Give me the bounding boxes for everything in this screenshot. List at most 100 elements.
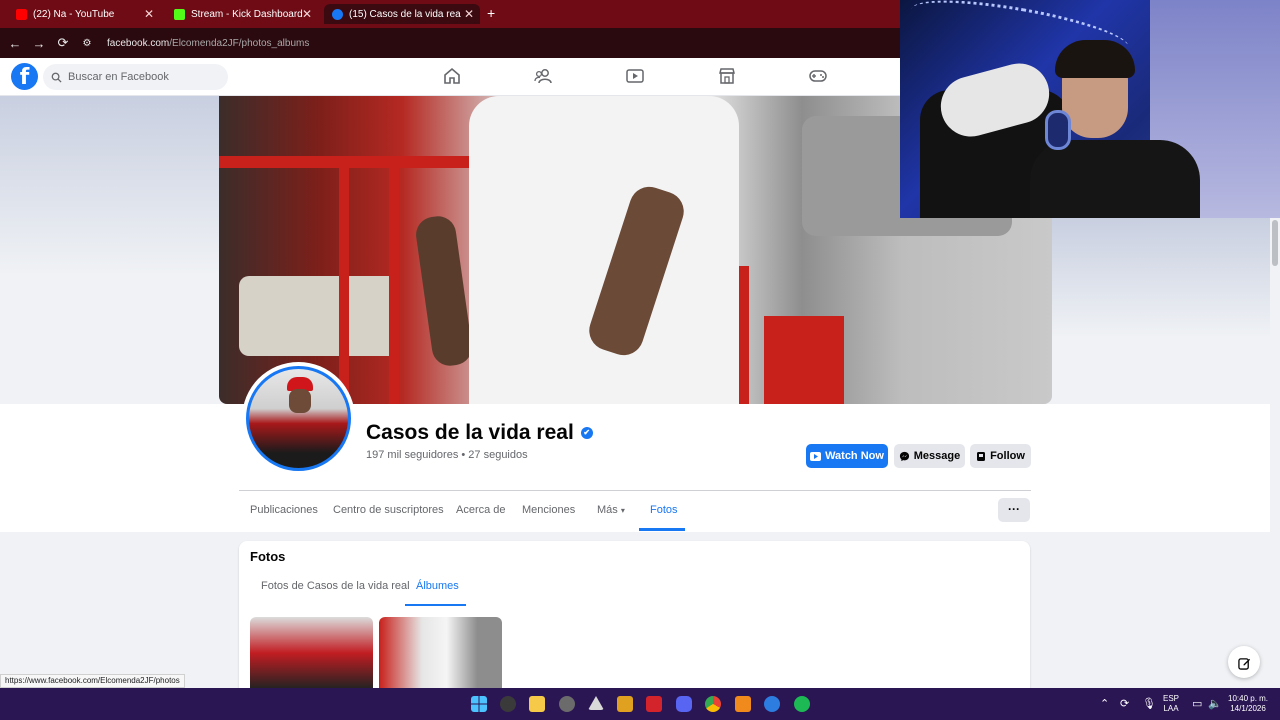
avatar-detail	[289, 389, 311, 413]
app-icon[interactable]	[617, 696, 633, 712]
cover-photo-detail	[764, 316, 844, 404]
page-title: Casos de la vida real ✔	[366, 421, 593, 445]
obs-icon[interactable]	[500, 696, 516, 712]
scrollbar-thumb[interactable]	[1272, 220, 1278, 266]
language-indicator[interactable]: ESP LAA	[1163, 694, 1179, 714]
webcam-overlay	[900, 0, 1280, 218]
browser-tab-kick[interactable]: Stream - Kick Dashboard ✕	[166, 4, 318, 24]
tab-acerca-de[interactable]: Acerca de	[456, 504, 506, 516]
subtab-albumes[interactable]: Álbumes	[416, 580, 459, 592]
follow-icon	[977, 451, 986, 461]
home-icon[interactable]	[442, 66, 462, 86]
url-field[interactable]: facebook.com/Elcomenda2JF/photos_albums	[107, 38, 309, 49]
clock[interactable]: 10:40 p. m. 14/1/2026	[1228, 694, 1268, 714]
facebook-logo[interactable]: f	[11, 63, 38, 90]
status-bar-url: https://www.facebook.com/Elcomenda2JF/ph…	[0, 674, 185, 688]
close-tab-icon[interactable]: ✕	[144, 7, 154, 21]
address-bar: ← → ⟳ ⚙ facebook.com/Elcomenda2JF/photos…	[0, 28, 900, 58]
app-icon[interactable]	[735, 696, 751, 712]
search-input[interactable]: Buscar en Facebook	[43, 64, 228, 90]
clock-time: 10:40 p. m.	[1228, 694, 1269, 703]
subtab-fotos-de[interactable]: Fotos de Casos de la vida real	[261, 580, 410, 592]
video-icon[interactable]	[625, 66, 645, 86]
tab-fotos[interactable]: Fotos	[650, 504, 678, 516]
tab-label: (22) Na - YouTube	[33, 8, 115, 20]
chevron-down-icon: ▾	[620, 506, 625, 515]
tab-mas[interactable]: Más ▾	[597, 504, 625, 516]
tab-menciones[interactable]: Menciones	[522, 504, 575, 516]
verified-badge-icon: ✔	[580, 427, 593, 439]
site-info-icon[interactable]: ⚙	[75, 38, 99, 49]
microphone-icon[interactable]: 🎙	[1142, 697, 1156, 710]
spotify-icon[interactable]	[794, 696, 810, 712]
forward-icon[interactable]: →	[27, 36, 51, 51]
tray-chevron-up-icon[interactable]: ⌃	[1100, 697, 1109, 710]
cover-photo-detail	[389, 166, 399, 404]
chrome-icon[interactable]	[705, 696, 721, 712]
page-background	[0, 96, 219, 276]
facebook-icon	[332, 8, 343, 20]
windows-start-icon[interactable]	[471, 696, 487, 712]
tab-label: (15) Casos de la vida real | Faceb	[349, 8, 461, 20]
clock-date: 14/1/2026	[1230, 704, 1266, 713]
profile-avatar[interactable]	[242, 362, 355, 475]
follower-stats[interactable]: 197 mil seguidores • 27 seguidos	[366, 449, 528, 461]
browser-tab-facebook[interactable]: (15) Casos de la vida real | Faceb ✕	[324, 4, 480, 24]
webcam-detail	[1030, 140, 1200, 218]
active-subtab-indicator	[405, 604, 466, 606]
follow-label: Follow	[990, 450, 1025, 462]
search-placeholder: Buscar en Facebook	[68, 71, 169, 83]
new-message-button[interactable]	[1228, 646, 1260, 678]
profile-name: Casos de la vida real	[366, 421, 574, 444]
sync-icon[interactable]: ⟳	[1120, 697, 1129, 710]
watch-now-button[interactable]: Watch Now	[806, 444, 888, 468]
friends-icon[interactable]	[533, 66, 553, 86]
tab-publicaciones[interactable]: Publicaciones	[250, 504, 318, 516]
cover-photo-detail	[339, 166, 349, 404]
messenger-icon	[899, 451, 909, 461]
marketplace-icon[interactable]	[717, 66, 737, 86]
language-top: ESP	[1163, 694, 1180, 703]
more-options-button[interactable]: ···	[998, 498, 1030, 522]
message-button[interactable]: Message	[894, 444, 965, 468]
page-background	[1052, 218, 1270, 338]
app-icon[interactable]	[646, 696, 662, 712]
app-icon[interactable]	[764, 696, 780, 712]
avatar	[246, 366, 351, 471]
windows-taskbar: ⌃ ⟳ 🎙 ESP LAA ▭ 🔈 10:40 p. m. 14/1/2026	[0, 688, 1280, 720]
tab-mas-label: Más	[597, 504, 618, 516]
tab-label: Stream - Kick Dashboard	[191, 8, 303, 20]
compose-icon	[1237, 658, 1250, 670]
app-icon[interactable]	[588, 696, 604, 710]
cover-photo-detail	[413, 213, 475, 369]
app-icon[interactable]	[559, 696, 575, 712]
cover-photo-detail	[469, 96, 739, 404]
close-tab-icon[interactable]: ✕	[302, 7, 312, 21]
url-path: /Elcomenda2JF/photos_albums	[169, 37, 310, 49]
gaming-icon[interactable]	[808, 66, 828, 86]
reload-icon[interactable]: ⟳	[51, 35, 75, 51]
follow-button[interactable]: Follow	[970, 444, 1031, 468]
language-bottom: LAA	[1163, 704, 1179, 713]
url-host: facebook.com	[107, 37, 170, 49]
cover-photo-detail	[239, 276, 399, 356]
profile-header-background	[0, 404, 1280, 532]
browser-tab-strip: (22) Na - YouTube ✕ Stream - Kick Dashbo…	[0, 0, 900, 28]
back-icon[interactable]: ←	[3, 36, 27, 51]
close-tab-icon[interactable]: ✕	[464, 7, 474, 21]
volume-icon[interactable]: 🔈	[1208, 697, 1222, 710]
browser-tab-youtube[interactable]: (22) Na - YouTube ✕	[8, 4, 160, 24]
discord-icon[interactable]	[676, 696, 692, 712]
watch-now-label: Watch Now	[825, 450, 884, 462]
tab-centro-de-suscriptores[interactable]: Centro de suscriptores	[333, 504, 444, 516]
facebook-header: f Buscar en Facebook	[0, 58, 900, 96]
youtube-icon	[16, 8, 27, 20]
new-tab-button[interactable]: +	[487, 5, 495, 21]
kick-icon	[174, 8, 185, 20]
webcam-detail	[1045, 110, 1071, 150]
file-explorer-icon[interactable]	[529, 696, 545, 712]
photos-card: Fotos Fotos de Casos de la vida real Álb…	[239, 541, 1030, 707]
photos-title: Fotos	[250, 549, 286, 564]
display-icon[interactable]: ▭	[1192, 697, 1202, 710]
page-scrollbar[interactable]	[1270, 218, 1280, 688]
